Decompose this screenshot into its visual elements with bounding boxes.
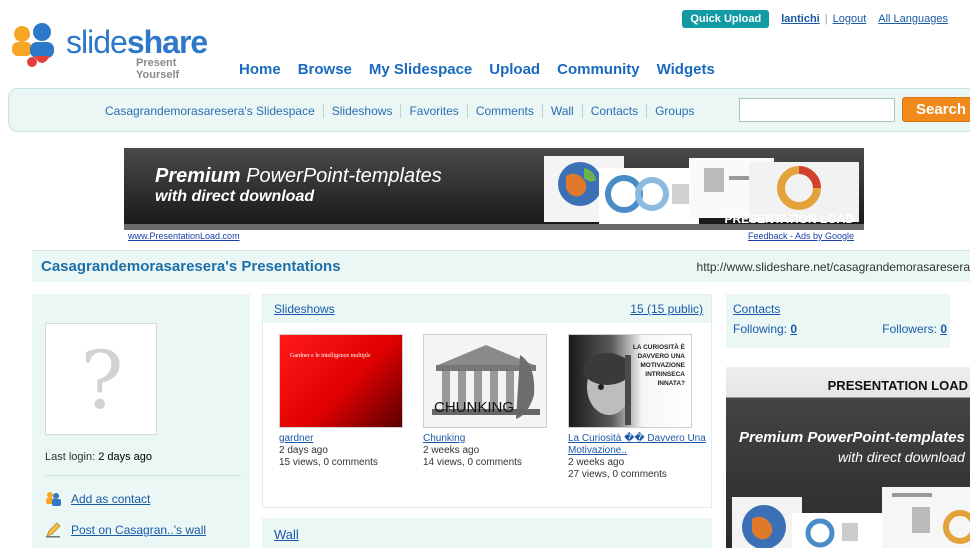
slide-title-link[interactable]: gardner bbox=[279, 433, 409, 445]
separator: | bbox=[824, 13, 828, 25]
page-url: http://www.slideshare.net/casagrandemora… bbox=[696, 260, 970, 274]
question-mark-icon: ? bbox=[80, 334, 124, 427]
slide-title-link[interactable]: Chunking bbox=[423, 433, 553, 445]
slide-thumbnail-curiosita[interactable]: LA CURIOSITÀ È DAVVERO UNA MOTIVAZIONE I… bbox=[568, 334, 692, 428]
subnav-groups[interactable]: Groups bbox=[655, 104, 694, 118]
account-bar: Quick Upload lantichi | Logout All Langu… bbox=[682, 10, 948, 28]
add-contact-link[interactable]: Add as contact bbox=[71, 492, 150, 506]
add-contact-action[interactable]: Add as contact bbox=[45, 491, 150, 507]
page-title: Casagrandemorasaresera's Presentations bbox=[41, 258, 341, 275]
nav-browse[interactable]: Browse bbox=[298, 61, 352, 78]
pencil-icon bbox=[46, 522, 61, 538]
followers-count[interactable]: Followers: 0 bbox=[882, 322, 947, 336]
nav-upload[interactable]: Upload bbox=[489, 61, 540, 78]
people-logo-icon bbox=[12, 23, 54, 67]
banner-headline: Premium PowerPoint-templates bbox=[155, 165, 442, 187]
slideshows-panel: Slideshows 15 (15 public) Gardner e le i… bbox=[262, 294, 712, 508]
side-ad-subline: with direct download bbox=[838, 449, 965, 465]
nav-widgets[interactable]: Widgets bbox=[657, 61, 715, 78]
banner-ad[interactable]: Premium PowerPoint-templates with direct… bbox=[124, 148, 864, 230]
username-link[interactable]: lantichi bbox=[781, 13, 820, 25]
wall-panel: Wall bbox=[262, 518, 712, 548]
slide-thumbnail-gardner[interactable]: Gardner e le intelligenze multiple bbox=[279, 334, 403, 428]
slideshows-title-link[interactable]: Slideshows bbox=[274, 302, 335, 316]
side-ad-headline: Premium PowerPoint-templates bbox=[739, 429, 965, 446]
logout-link[interactable]: Logout bbox=[833, 13, 867, 25]
ad-feedback-link[interactable]: Feedback - Ads by Google bbox=[748, 231, 854, 241]
side-ad-brand: PRESENTATION LOAD bbox=[827, 378, 968, 393]
sub-nav: Casagrandemorasaresera's Slidespace Slid… bbox=[8, 88, 970, 132]
last-login: Last login: 2 days ago bbox=[45, 451, 153, 463]
subnav-wall[interactable]: Wall bbox=[551, 104, 574, 118]
subnav-slideshows[interactable]: Slideshows bbox=[332, 104, 393, 118]
profile-panel: ? Last login: 2 days ago Add as contact … bbox=[32, 294, 250, 548]
side-ad[interactable]: PRESENTATION LOAD Premium PowerPoint-tem… bbox=[726, 367, 970, 548]
slideshare-logo[interactable]: slideshare Present Yourself bbox=[8, 22, 218, 81]
banner-brand: PRESENTATION LOAD bbox=[724, 212, 854, 226]
post-wall-action[interactable]: Post on Casagran..'s wall bbox=[45, 522, 206, 538]
logo-wordmark: slideshare bbox=[66, 24, 208, 60]
slideshows-count-link[interactable]: 15 (15 public) bbox=[630, 302, 703, 316]
all-languages-link[interactable]: All Languages bbox=[878, 13, 948, 25]
subnav-comments[interactable]: Comments bbox=[476, 104, 534, 118]
slide-info-curiosita: La Curiosità �� Davvero Una Motivazione.… bbox=[568, 433, 708, 481]
subnav-slidespace[interactable]: Casagrandemorasaresera's Slidespace bbox=[105, 104, 315, 118]
subnav-contacts[interactable]: Contacts bbox=[591, 104, 638, 118]
side-ad-preview-image bbox=[732, 487, 970, 548]
nav-my-slidespace[interactable]: My Slidespace bbox=[369, 61, 472, 78]
add-contact-icon bbox=[46, 492, 61, 506]
slide-info-chunking: Chunking 2 weeks ago 14 views, 0 comment… bbox=[423, 433, 553, 469]
search-button[interactable]: Search bbox=[902, 97, 970, 122]
banner-subline: with direct download bbox=[155, 188, 315, 205]
slide-info-gardner: gardner 2 days ago 15 views, 0 comments bbox=[279, 433, 409, 469]
post-wall-link[interactable]: Post on Casagran..'s wall bbox=[71, 523, 206, 537]
logo-tagline: Present Yourself bbox=[136, 57, 180, 81]
nav-community[interactable]: Community bbox=[557, 61, 640, 78]
avatar: ? bbox=[45, 323, 157, 435]
contacts-panel: Contacts Following: 0 Followers: 0 bbox=[726, 294, 950, 348]
ad-url-link[interactable]: www.PresentationLoad.com bbox=[128, 231, 240, 241]
page-title-bar: Casagrandemorasaresera's Presentations h… bbox=[32, 250, 970, 282]
search-input[interactable] bbox=[739, 98, 895, 122]
main-nav: Home Browse My Slidespace Upload Communi… bbox=[239, 61, 715, 78]
quick-upload-button[interactable]: Quick Upload bbox=[682, 10, 770, 28]
subnav-favorites[interactable]: Favorites bbox=[409, 104, 458, 118]
contacts-title-link[interactable]: Contacts bbox=[733, 302, 780, 316]
wall-title-link[interactable]: Wall bbox=[274, 527, 299, 542]
following-count[interactable]: Following: 0 bbox=[733, 322, 797, 336]
slide-title-link[interactable]: La Curiosità �� Davvero Una Motivazione.… bbox=[568, 433, 708, 457]
slide-thumbnail-chunking[interactable]: CHUNKING bbox=[423, 334, 547, 428]
nav-home[interactable]: Home bbox=[239, 61, 281, 78]
